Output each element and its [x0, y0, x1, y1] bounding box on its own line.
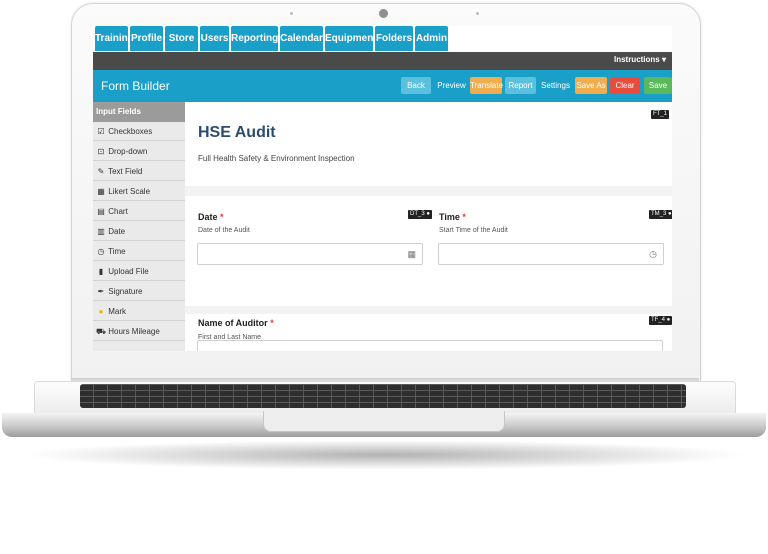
- keyboard: [80, 384, 686, 408]
- time-field-tag: TM_3 ●: [649, 210, 672, 219]
- form-canvas: FT_1 HSE Audit Full Health Safety & Envi…: [185, 102, 672, 351]
- grid-icon: ▦: [97, 187, 105, 196]
- sidebar-item-label: Signature: [108, 287, 143, 296]
- sidebar-item-chart[interactable]: ▤ Chart: [93, 202, 185, 221]
- table-icon: ▤: [97, 207, 105, 216]
- sidebar-item-likert-scale[interactable]: ▦ Likert Scale: [93, 182, 185, 201]
- auditor-field-tag: TF_4 ●: [649, 316, 672, 325]
- sidebar-heading: Input Fields: [93, 102, 185, 122]
- time-hint: Start Time of the Audit: [439, 227, 508, 234]
- time-input[interactable]: ◷: [438, 243, 664, 265]
- clear-button[interactable]: Clear: [610, 77, 640, 94]
- instructions-bar: Instructions ▾: [93, 52, 672, 70]
- file-icon: ▮: [98, 267, 104, 276]
- time-label: Time *: [439, 212, 466, 222]
- form-subtitle: Full Health Safety & Environment Inspect…: [198, 154, 355, 163]
- input-fields-sidebar: Input Fields ☑ Checkboxes ⊡ Drop-down ✎ …: [93, 102, 185, 351]
- nav-tab-calendar[interactable]: Calendar: [280, 26, 323, 51]
- sidebar-item-hours-mileage[interactable]: ⛟ Hours Mileage: [93, 322, 185, 341]
- circle-icon: ●: [98, 307, 104, 316]
- form-builder-title: Form Builder: [101, 79, 170, 93]
- truck-icon: ⛟: [96, 327, 107, 336]
- sidebar-item-label: Hours Mileage: [108, 327, 160, 336]
- preview-button[interactable]: Preview: [435, 77, 468, 94]
- nav-tab-equipment[interactable]: Equipment: [325, 26, 377, 51]
- calendar-icon[interactable]: ▦: [407, 249, 416, 260]
- nav-tab-reporting[interactable]: Reporting: [231, 26, 278, 51]
- sidebar-item-time[interactable]: ◷ Time: [93, 242, 185, 261]
- sidebar-item-label: Chart: [108, 207, 128, 216]
- sidebar-item-mark[interactable]: ● Mark: [93, 302, 185, 321]
- instructions-toggle[interactable]: Instructions ▾: [614, 55, 666, 64]
- sidebar-item-label: Upload File: [108, 267, 149, 276]
- sidebar-item-label: Text Field: [108, 167, 143, 176]
- sidebar-item-upload-file[interactable]: ▮ Upload File: [93, 262, 185, 281]
- sidebar-item-label: Date: [108, 227, 126, 236]
- laptop-screen: Training Profile Store Users Reporting C…: [93, 26, 672, 351]
- date-field-tag: DT_3 ●: [408, 210, 432, 219]
- clock-icon[interactable]: ◷: [649, 249, 657, 260]
- nav-tab-folders[interactable]: Folders: [375, 26, 413, 51]
- sidebar-item-label: Checkboxes: [108, 127, 153, 136]
- date-input[interactable]: ▦: [197, 243, 423, 265]
- save-button[interactable]: Save: [644, 77, 672, 94]
- sidebar-item-signature[interactable]: ✒ Signature: [93, 282, 185, 301]
- checkbox-icon: ☑: [97, 127, 105, 136]
- translate-button[interactable]: Translate: [470, 77, 503, 94]
- form-title: HSE Audit: [198, 124, 276, 141]
- nav-tab-profile[interactable]: Profile: [130, 26, 163, 51]
- webcam: [379, 9, 388, 18]
- main-nav: Training Profile Store Users Reporting C…: [93, 26, 672, 52]
- report-button[interactable]: Report: [505, 77, 536, 94]
- calendar-icon: ▥: [97, 227, 105, 236]
- form-header-card[interactable]: FT_1 HSE Audit Full Health Safety & Envi…: [185, 102, 672, 186]
- save-as-button[interactable]: Save As: [575, 77, 607, 94]
- date-hint: Date of the Audit: [198, 227, 250, 234]
- sidebar-item-label: Drop-down: [108, 147, 148, 156]
- lid-dot-right: [476, 12, 479, 15]
- dropdown-icon: ⊡: [97, 147, 105, 156]
- form-builder-bar: Form Builder Back Preview Translate Repo…: [93, 70, 672, 102]
- lid-dot-left: [290, 12, 293, 15]
- clock-icon: ◷: [97, 247, 105, 256]
- edit-icon: ✎: [97, 167, 105, 176]
- nav-tab-training[interactable]: Training: [95, 26, 134, 51]
- date-label: Date *: [198, 212, 224, 222]
- auditor-name-input[interactable]: [197, 340, 663, 351]
- trackpad-notch: [263, 411, 505, 432]
- pen-icon: ✒: [97, 287, 105, 296]
- nav-tab-store[interactable]: Store: [165, 26, 198, 51]
- nav-tab-admin[interactable]: Admin: [415, 26, 448, 51]
- sidebar-item-label: Mark: [108, 307, 127, 316]
- sidebar-item-checkboxes[interactable]: ☑ Checkboxes: [93, 122, 185, 141]
- auditor-label: Name of Auditor *: [198, 318, 274, 328]
- sidebar-item-dropdown[interactable]: ⊡ Drop-down: [93, 142, 185, 161]
- back-button[interactable]: Back: [401, 77, 431, 94]
- laptop-shadow: [20, 440, 748, 470]
- form-id-tag: FT_1: [650, 110, 669, 119]
- status-lights: •••: [672, 437, 690, 446]
- sidebar-item-date[interactable]: ▥ Date: [93, 222, 185, 241]
- sidebar-item-label: Time: [108, 247, 126, 256]
- settings-button[interactable]: Settings: [539, 77, 572, 94]
- date-time-row: DT_3 ● Date * Date of the Audit ▦ TM_3 ●…: [185, 196, 672, 306]
- sidebar-item-text-field[interactable]: ✎ Text Field: [93, 162, 185, 181]
- sidebar-item-label: Likert Scale: [108, 187, 151, 196]
- nav-tab-users[interactable]: Users: [200, 26, 229, 51]
